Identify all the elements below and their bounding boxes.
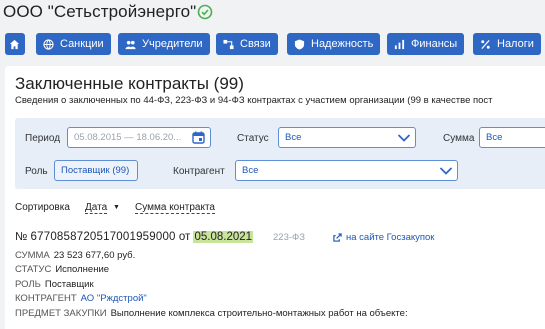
contract-number-value[interactable]: 6770858720517001959000 xyxy=(31,231,176,243)
filter-panel: Период 05.08.2015 — 18.06.20... Статус В… xyxy=(15,118,545,189)
company-title: ООО "Сетьстройэнерго" xyxy=(3,2,197,21)
role-key: РОЛЬ xyxy=(15,279,41,290)
subject-value: Выполнение комплекса строительно-монтажн… xyxy=(110,308,408,319)
counterparty-label: Контрагент xyxy=(173,166,225,177)
external-link-icon xyxy=(333,233,342,242)
role-select[interactable]: Поставщик (99) xyxy=(54,160,138,181)
taxes-label: Налоги xyxy=(497,38,534,50)
sort-by-date[interactable]: Дата xyxy=(85,202,108,214)
finance-label: Финансы xyxy=(411,38,458,50)
reliability-label: Надежность xyxy=(311,38,374,50)
contract-number: № 6770858720517001959000 от 05.08.2021 xyxy=(15,231,254,243)
contract-subject-row: ПРЕДМЕТ ЗАКУПКИ Выполнение комплекса стро… xyxy=(15,308,408,319)
contract-law: 223-ФЗ xyxy=(273,232,305,243)
counterparty-value: Все xyxy=(242,165,259,176)
links-label: Связи xyxy=(240,38,271,50)
shield-icon xyxy=(294,38,305,50)
period-label: Период xyxy=(25,133,61,144)
amount-label: Сумма xyxy=(443,133,475,144)
role-value: Поставщик (99) xyxy=(61,165,130,176)
section-subtitle: Сведения о заключенных по 44-ФЗ, 223-ФЗ … xyxy=(15,95,493,106)
percent-icon xyxy=(481,39,490,49)
status-key: СТАТУС xyxy=(15,264,52,275)
reliability-button[interactable]: Надежность xyxy=(287,33,381,55)
amount-value: Все xyxy=(486,132,503,143)
sort-label: Сортировка xyxy=(15,202,70,213)
period-value: 05.08.2015 — 18.06.20... xyxy=(74,132,182,143)
section-navbar: Санкции Учредители Связи Надежность Фина… xyxy=(0,33,545,57)
contracts-card: Заключенные контракты (99) Сведения о за… xyxy=(5,66,545,329)
globe-icon xyxy=(43,38,54,50)
counterparty-select[interactable]: Все xyxy=(235,160,458,181)
chevron-down-icon xyxy=(439,167,453,175)
links-button[interactable]: Связи xyxy=(216,33,278,55)
counterparty-key: КОНТРАГЕНТ xyxy=(15,293,77,304)
link-icon xyxy=(223,39,234,49)
home-button[interactable] xyxy=(5,33,25,55)
amount-key: СУММА xyxy=(15,250,50,261)
amount-value: 23 523 677,60 руб. xyxy=(53,250,136,261)
check-circle-icon xyxy=(197,4,213,20)
subject-key: ПРЕДМЕТ ЗАКУПКИ xyxy=(15,308,107,319)
calendar-icon[interactable] xyxy=(192,131,205,144)
contract-from: от xyxy=(178,231,191,243)
finance-button[interactable]: Финансы xyxy=(387,33,465,55)
users-icon xyxy=(125,40,136,49)
sort-by-amount[interactable]: Сумма контракта xyxy=(135,202,215,214)
status-value: Исполнение xyxy=(55,264,110,275)
role-value: Поставщик xyxy=(44,279,94,290)
goszakupki-link[interactable]: на сайте Госзакупок xyxy=(333,232,434,243)
chevron-down-icon xyxy=(397,134,411,142)
founders-button[interactable]: Учредители xyxy=(118,33,210,55)
chart-icon xyxy=(394,39,405,49)
sort-desc-icon: ▼ xyxy=(113,204,120,211)
period-field[interactable]: 05.08.2015 — 18.06.20... xyxy=(67,127,211,148)
counterparty-link[interactable]: АО "Рждстрой" xyxy=(81,293,147,304)
taxes-button[interactable]: Налоги xyxy=(473,33,541,55)
contract-role-row: РОЛЬ Поставщик xyxy=(15,279,94,290)
home-icon xyxy=(9,39,20,49)
status-select[interactable]: Все xyxy=(278,127,416,148)
sanctions-button[interactable]: Санкции xyxy=(36,33,111,55)
section-title: Заключенные контракты (99) xyxy=(15,74,244,93)
contract-counterparty-row: КОНТРАГЕНТ АО "Рждстрой" xyxy=(15,293,147,304)
amount-select[interactable]: Все xyxy=(479,127,545,148)
status-label: Статус xyxy=(237,133,269,144)
number-prefix: № xyxy=(15,231,28,243)
status-value: Все xyxy=(285,132,302,143)
role-label: Роль xyxy=(25,166,48,177)
goszakupki-link-label: на сайте Госзакупок xyxy=(346,232,435,243)
sanctions-label: Санкции xyxy=(60,38,104,50)
contract-status-row: СТАТУС Исполнение xyxy=(15,264,109,275)
contract-date: 05.08.2021 xyxy=(193,231,254,243)
founders-label: Учредители xyxy=(142,38,203,50)
contract-amount-row: СУММА 23 523 677,60 руб. xyxy=(15,250,135,261)
